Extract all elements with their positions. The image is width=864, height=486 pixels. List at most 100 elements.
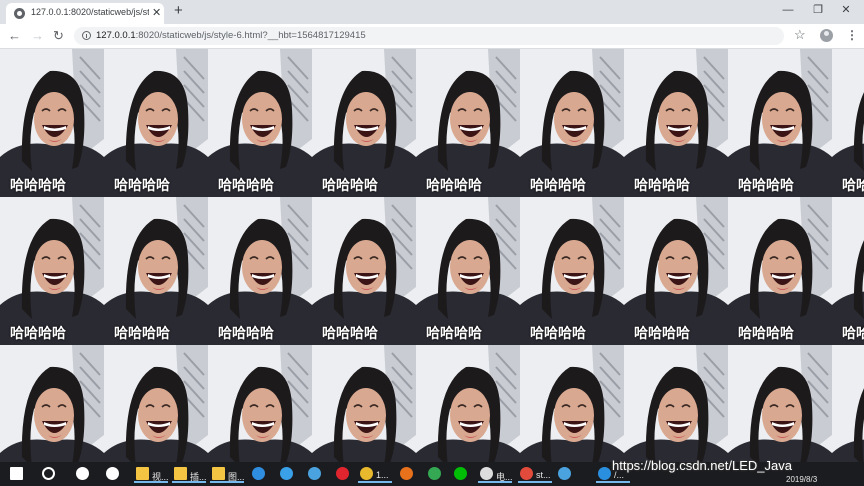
windows-start-icon <box>10 467 23 480</box>
background-tile: 哈哈哈哈 <box>104 197 208 345</box>
tile-caption: 哈哈哈哈 <box>322 326 378 342</box>
background-tile: 哈哈哈哈 <box>0 345 104 462</box>
background-tile: 哈哈哈哈 <box>312 345 416 462</box>
clapper-icon <box>480 467 493 480</box>
tile-caption: 哈哈哈哈 <box>114 326 170 342</box>
taskbar-item[interactable] <box>8 465 32 483</box>
tile-caption: 哈哈哈哈 <box>10 326 66 342</box>
ie-icon <box>280 467 293 480</box>
tile-caption: 哈哈哈哈 <box>10 178 66 194</box>
taskbar-item[interactable] <box>398 465 422 483</box>
taskbar-item[interactable]: 插... <box>172 465 208 483</box>
taskbar-item[interactable] <box>426 465 450 483</box>
url-path: :8020/staticweb/js/style-6.html?__hbt=15… <box>135 30 366 41</box>
forward-button[interactable]: → <box>31 28 44 44</box>
background-tile: 哈哈哈哈 <box>728 345 832 462</box>
active-indicator <box>134 481 168 483</box>
menu-icon[interactable]: ⋮ <box>846 28 858 42</box>
folder-icon <box>136 467 149 480</box>
address-bar[interactable]: 127.0.0.1:8020/staticweb/js/style-6.html… <box>74 27 784 45</box>
clock-date: 2019/8/3 <box>786 475 818 484</box>
background-tile: 哈哈哈哈 <box>416 49 520 197</box>
background-tile: 哈哈哈哈 <box>520 345 624 462</box>
taskbar-item-label: 1... <box>376 470 389 480</box>
app-icon <box>308 467 321 480</box>
active-indicator <box>478 481 512 483</box>
tile-caption: 哈哈哈哈 <box>738 326 794 342</box>
browser-tab[interactable]: 127.0.0.1:8020/staticweb/js/style ✕ <box>6 3 164 24</box>
background-tile: 哈哈哈哈 <box>104 49 208 197</box>
active-indicator <box>358 481 392 483</box>
tile-caption: 哈哈哈哈 <box>738 178 794 194</box>
maximize-button[interactable]: ❐ <box>808 2 828 18</box>
taskbar-item[interactable]: 视... <box>134 465 170 483</box>
tile-caption: 哈哈哈哈 <box>634 178 690 194</box>
active-indicator <box>596 481 630 483</box>
browser-toolbar: ← → ↻ 127.0.0.1:8020/staticweb/js/style-… <box>0 24 864 49</box>
background-tile: 哈哈哈哈 <box>520 197 624 345</box>
taskbar-item[interactable]: 图... <box>210 465 246 483</box>
watermark: https://blog.csdn.net/LED_Java <box>612 458 792 473</box>
back-button[interactable]: ← <box>8 28 21 44</box>
play-icon <box>428 467 441 480</box>
background-tile: 哈哈哈哈 <box>624 345 728 462</box>
globe-icon <box>14 8 25 19</box>
opera-icon <box>336 467 349 480</box>
tile-caption: 哈哈哈哈 <box>426 326 482 342</box>
background-tile: 哈哈哈哈 <box>312 49 416 197</box>
taskbar-item-label: st... <box>536 470 551 480</box>
url-text[interactable]: 127.0.0.1:8020/staticweb/js/style-6.html… <box>96 30 366 41</box>
tab-close-icon[interactable]: ✕ <box>152 6 161 20</box>
tile-caption: 哈哈哈哈 <box>426 178 482 194</box>
taskbar-item[interactable] <box>306 465 330 483</box>
info-icon[interactable] <box>82 31 91 40</box>
tile-caption: 哈哈哈哈 <box>530 326 586 342</box>
page-content: 哈哈哈哈 哈哈哈哈 哈哈哈哈 哈哈哈哈 哈哈哈哈 哈哈哈哈 哈哈哈哈 哈哈哈哈 … <box>0 49 864 462</box>
new-tab-button[interactable]: + <box>174 3 183 19</box>
active-indicator <box>210 481 244 483</box>
background-tile: 哈哈哈哈 <box>520 49 624 197</box>
background-tile: 哈哈哈哈 <box>728 197 832 345</box>
background-tile: 哈哈哈哈 <box>0 197 104 345</box>
background-tile: 哈哈哈哈 <box>104 345 208 462</box>
folder-icon <box>174 467 187 480</box>
taskbar-item[interactable] <box>74 465 98 483</box>
cortana-icon <box>42 467 55 480</box>
iqiyi-icon <box>454 467 467 480</box>
close-window-button[interactable]: ✕ <box>836 2 856 18</box>
taskbar-item[interactable]: st... <box>518 465 554 483</box>
background-tile: 哈哈哈哈 <box>416 197 520 345</box>
url-host: 127.0.0.1 <box>96 30 136 41</box>
taskbar-item[interactable] <box>452 465 476 483</box>
taskbar-item[interactable] <box>40 465 64 483</box>
background-tile: 哈哈哈哈 <box>416 345 520 462</box>
taskbar-item[interactable] <box>104 465 128 483</box>
vscode-icon <box>598 467 611 480</box>
taskbar-item[interactable] <box>278 465 302 483</box>
firefox-icon <box>400 467 413 480</box>
background-tile: 哈哈哈哈 <box>832 49 864 197</box>
taskbar-item[interactable] <box>556 465 580 483</box>
background-tile: 哈哈哈哈 <box>832 197 864 345</box>
background-tile: 哈哈哈哈 <box>624 49 728 197</box>
reload-button[interactable]: ↻ <box>53 28 64 44</box>
taskbar-item[interactable] <box>250 465 274 483</box>
bookmark-star-icon[interactable]: ☆ <box>794 27 806 43</box>
tile-caption: 哈哈哈哈 <box>322 178 378 194</box>
tile-caption: 哈哈哈哈 <box>218 178 274 194</box>
chrome-icon <box>360 467 373 480</box>
app-icon <box>558 467 571 480</box>
tile-caption: 哈哈哈哈 <box>634 326 690 342</box>
taskbar-item[interactable] <box>334 465 358 483</box>
taskbar-item[interactable]: 电... <box>478 465 514 483</box>
tab-title: 127.0.0.1:8020/staticweb/js/style <box>31 7 149 17</box>
background-tile: 哈哈哈哈 <box>208 345 312 462</box>
profile-avatar[interactable] <box>820 29 833 42</box>
tile-caption: 哈哈哈哈 <box>218 326 274 342</box>
background-tile: 哈哈哈哈 <box>832 345 864 462</box>
tile-caption: 哈哈哈哈 <box>530 178 586 194</box>
background-tile: 哈哈哈哈 <box>0 49 104 197</box>
taskbar-item[interactable]: 1... <box>358 465 394 483</box>
background-tile: 哈哈哈哈 <box>624 197 728 345</box>
minimize-button[interactable]: — <box>778 2 798 18</box>
